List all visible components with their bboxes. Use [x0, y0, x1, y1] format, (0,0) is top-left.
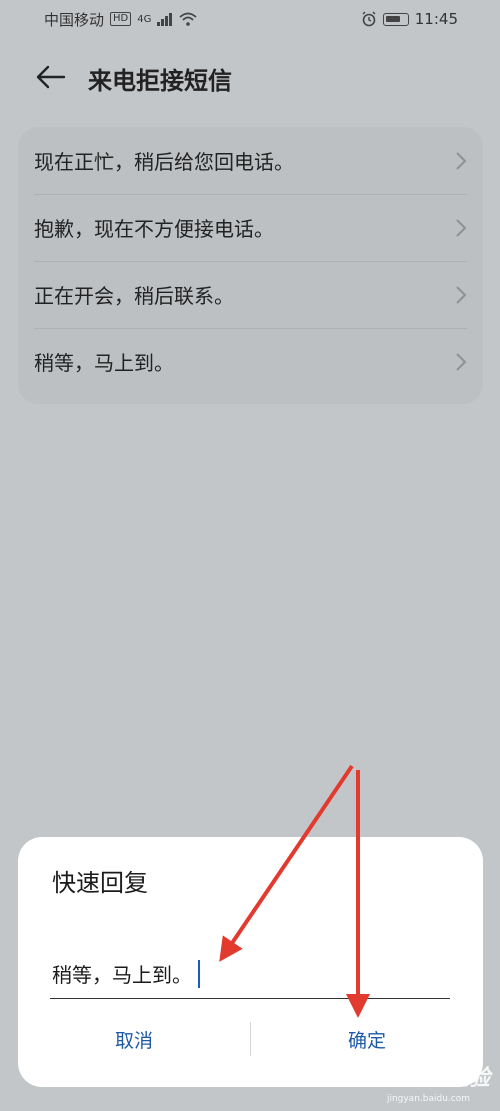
wifi-icon: [179, 12, 197, 26]
reply-input-value[interactable]: 稍等，马上到。: [50, 959, 192, 988]
reply-item[interactable]: 现在正忙，稍后给您回电话。: [18, 127, 483, 194]
chevron-right-icon: [456, 286, 467, 304]
status-bar: 中国移动 HD 4G 11:45: [0, 0, 500, 38]
page-title: 来电拒接短信: [88, 67, 232, 95]
reply-item-label: 抱歉，现在不方便接电话。: [34, 217, 274, 241]
confirm-button[interactable]: 确定: [251, 1026, 483, 1053]
status-left: 中国移动 HD 4G: [44, 9, 197, 30]
hd-badge: HD: [110, 12, 132, 26]
chevron-right-icon: [456, 353, 467, 371]
reply-item-label: 稍等，马上到。: [34, 351, 174, 375]
dialog-title: 快速回复: [52, 869, 148, 897]
quick-reply-dialog: 快速回复 稍等，马上到。 取消 确定: [18, 837, 483, 1087]
reply-input[interactable]: 稍等，马上到。: [50, 949, 450, 999]
cancel-button[interactable]: 取消: [18, 1026, 250, 1053]
clock: 11:45: [414, 10, 458, 28]
reply-item[interactable]: 正在开会，稍后联系。: [18, 261, 483, 328]
alarm-icon: [362, 11, 376, 27]
signal-icon: [157, 13, 173, 26]
reply-item[interactable]: 抱歉，现在不方便接电话。: [18, 194, 483, 261]
watermark-url: jingyan.baidu.com: [386, 1094, 470, 1104]
chevron-right-icon: [456, 152, 467, 170]
reply-item-label: 正在开会，稍后联系。: [34, 284, 234, 308]
text-cursor: [198, 959, 200, 988]
reply-list: 现在正忙，稍后给您回电话。 抱歉，现在不方便接电话。 正在开会，稍后联系。 稍等…: [18, 127, 483, 404]
battery-icon: [382, 12, 409, 26]
status-right: 11:45: [361, 10, 458, 28]
back-arrow-icon[interactable]: [34, 62, 68, 92]
baidu-watermark: Baidu 经验: [367, 1066, 490, 1091]
header: 来电拒接短信: [0, 50, 500, 104]
reply-item[interactable]: 稍等，马上到。: [18, 328, 483, 395]
network-label: 4G: [137, 13, 152, 25]
reply-item-label: 现在正忙，稍后给您回电话。: [34, 150, 294, 174]
chevron-right-icon: [456, 219, 467, 237]
carrier-label: 中国移动: [44, 10, 105, 29]
